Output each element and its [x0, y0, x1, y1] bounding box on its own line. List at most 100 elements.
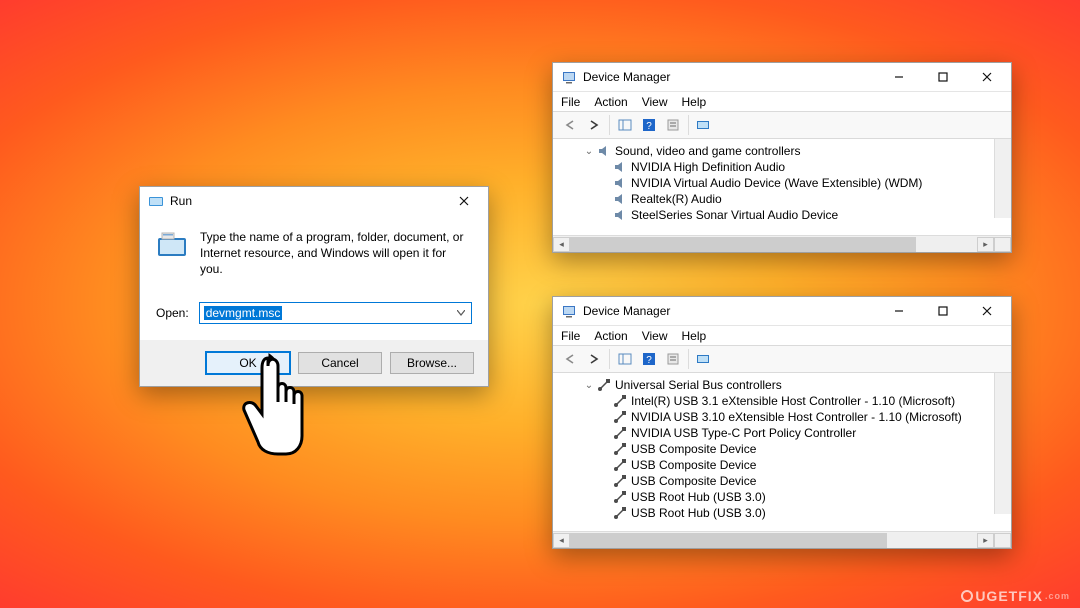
usb-icon	[613, 490, 627, 504]
tree-item[interactable]: Intel(R) USB 3.1 eXtensible Host Control…	[557, 393, 1011, 409]
tree-item-label: USB Composite Device	[631, 474, 756, 488]
tree-item-label: USB Root Hub (USB 3.0)	[631, 506, 766, 520]
tree-category-usb[interactable]: ⌄ Universal Serial Bus controllers	[557, 377, 1011, 393]
open-combobox[interactable]: devmgmt.msc	[199, 302, 472, 324]
dm2-menubar[interactable]: File Action View Help	[553, 325, 1011, 345]
minimize-button[interactable]	[877, 297, 921, 325]
scroll-right-icon[interactable]: ▸	[977, 237, 994, 252]
menu-help[interactable]: Help	[682, 95, 707, 109]
usb-icon	[613, 442, 627, 456]
dm1-titlebar[interactable]: Device Manager	[553, 63, 1011, 91]
vertical-scrollbar[interactable]	[994, 373, 1011, 514]
properties-icon[interactable]	[662, 348, 684, 370]
maximize-button[interactable]	[921, 297, 965, 325]
usb-icon	[613, 410, 627, 424]
dm1-title: Device Manager	[583, 70, 877, 84]
watermark-text: UGETFIX .com	[961, 588, 1070, 604]
usb-icon	[613, 474, 627, 488]
vertical-scrollbar[interactable]	[994, 139, 1011, 218]
dm1-menubar[interactable]: File Action View Help	[553, 91, 1011, 111]
scan-hardware-icon[interactable]	[693, 348, 715, 370]
run-title: Run	[170, 194, 442, 208]
scroll-thumb[interactable]	[570, 533, 887, 548]
scroll-thumb[interactable]	[570, 237, 916, 252]
tree-item-label: USB Composite Device	[631, 442, 756, 456]
ok-button[interactable]: OK	[206, 352, 290, 374]
tree-item-label: Intel(R) USB 3.1 eXtensible Host Control…	[631, 394, 955, 408]
usb-icon	[613, 458, 627, 472]
run-icon-small	[148, 193, 164, 209]
tree-item-label: USB Root Hub (USB 3.0)	[631, 490, 766, 504]
horizontal-scrollbar[interactable]: ◂ ▸	[553, 235, 1011, 252]
tree-item[interactable]: NVIDIA High Definition Audio	[557, 159, 1011, 175]
back-icon[interactable]	[559, 114, 581, 136]
svg-text:?: ?	[646, 355, 652, 366]
scroll-right-icon[interactable]: ▸	[977, 533, 994, 548]
browse-button[interactable]: Browse...	[390, 352, 474, 374]
speaker-icon	[613, 160, 627, 174]
dm2-tree[interactable]: ⌄ Universal Serial Bus controllers Intel…	[553, 373, 1011, 531]
scroll-left-icon[interactable]: ◂	[553, 533, 570, 548]
device-manager-window-usb: Device Manager File Action View Help ? ⌄…	[552, 296, 1012, 549]
tree-category-label: Universal Serial Bus controllers	[615, 378, 782, 392]
dm2-titlebar[interactable]: Device Manager	[553, 297, 1011, 325]
close-button[interactable]	[965, 63, 1009, 91]
tree-item[interactable]: USB Composite Device	[557, 457, 1011, 473]
help-icon[interactable]: ?	[638, 114, 660, 136]
show-hide-tree-icon[interactable]	[614, 348, 636, 370]
menu-file[interactable]: File	[561, 329, 580, 343]
tree-item-label: USB Composite Device	[631, 458, 756, 472]
back-icon[interactable]	[559, 348, 581, 370]
dm1-tree[interactable]: ⌄ Sound, video and game controllers NVID…	[553, 139, 1011, 235]
tree-item[interactable]: USB Composite Device	[557, 441, 1011, 457]
speaker-icon	[613, 208, 627, 222]
tree-item[interactable]: USB Composite Device	[557, 473, 1011, 489]
expand-caret-icon[interactable]: ⌄	[583, 380, 595, 391]
menu-action[interactable]: Action	[594, 95, 627, 109]
tree-category-sound[interactable]: ⌄ Sound, video and game controllers	[557, 143, 1011, 159]
maximize-button[interactable]	[921, 63, 965, 91]
tree-item[interactable]: NVIDIA Virtual Audio Device (Wave Extens…	[557, 175, 1011, 191]
close-button[interactable]	[965, 297, 1009, 325]
run-titlebar[interactable]: Run	[140, 187, 488, 215]
scan-hardware-icon[interactable]	[693, 114, 715, 136]
show-hide-tree-icon[interactable]	[614, 114, 636, 136]
forward-icon[interactable]	[583, 114, 605, 136]
speaker-icon	[597, 144, 611, 158]
usb-icon	[613, 506, 627, 520]
help-icon[interactable]: ?	[638, 348, 660, 370]
close-button[interactable]	[442, 187, 486, 215]
tree-item-label: Realtek(R) Audio	[631, 192, 722, 206]
tree-item[interactable]: NVIDIA USB 3.10 eXtensible Host Controll…	[557, 409, 1011, 425]
device-manager-icon	[561, 69, 577, 85]
expand-caret-icon[interactable]: ⌄	[583, 146, 595, 157]
speaker-icon	[613, 192, 627, 206]
tree-item[interactable]: USB Root Hub (USB 3.0)	[557, 489, 1011, 505]
run-button-row: OK Cancel Browse...	[140, 340, 488, 386]
menu-help[interactable]: Help	[682, 329, 707, 343]
speaker-icon	[613, 176, 627, 190]
menu-view[interactable]: View	[642, 95, 668, 109]
open-label: Open:	[156, 306, 189, 320]
run-dialog: Run Type the name of a program, folder, …	[139, 186, 489, 387]
tree-item-label: SteelSeries Sonar Virtual Audio Device	[631, 208, 838, 222]
scroll-left-icon[interactable]: ◂	[553, 237, 570, 252]
tree-item-label: NVIDIA USB Type-C Port Policy Controller	[631, 426, 856, 440]
tree-item[interactable]: USB Root Hub (USB 3.0)	[557, 505, 1011, 521]
tree-item[interactable]: NVIDIA USB Type-C Port Policy Controller	[557, 425, 1011, 441]
tree-item-label: NVIDIA USB 3.10 eXtensible Host Controll…	[631, 410, 962, 424]
tree-item[interactable]: SteelSeries Sonar Virtual Audio Device	[557, 207, 1011, 223]
menu-file[interactable]: File	[561, 95, 580, 109]
run-description: Type the name of a program, folder, docu…	[200, 229, 472, 278]
horizontal-scrollbar[interactable]: ◂ ▸	[553, 531, 1011, 548]
open-input-value[interactable]: devmgmt.msc	[204, 306, 283, 320]
cancel-button[interactable]: Cancel	[298, 352, 382, 374]
menu-view[interactable]: View	[642, 329, 668, 343]
properties-icon[interactable]	[662, 114, 684, 136]
combobox-chevron-icon[interactable]	[453, 305, 469, 321]
tree-item[interactable]: Realtek(R) Audio	[557, 191, 1011, 207]
menu-action[interactable]: Action	[594, 329, 627, 343]
forward-icon[interactable]	[583, 348, 605, 370]
minimize-button[interactable]	[877, 63, 921, 91]
dm1-toolbar: ?	[553, 111, 1011, 139]
